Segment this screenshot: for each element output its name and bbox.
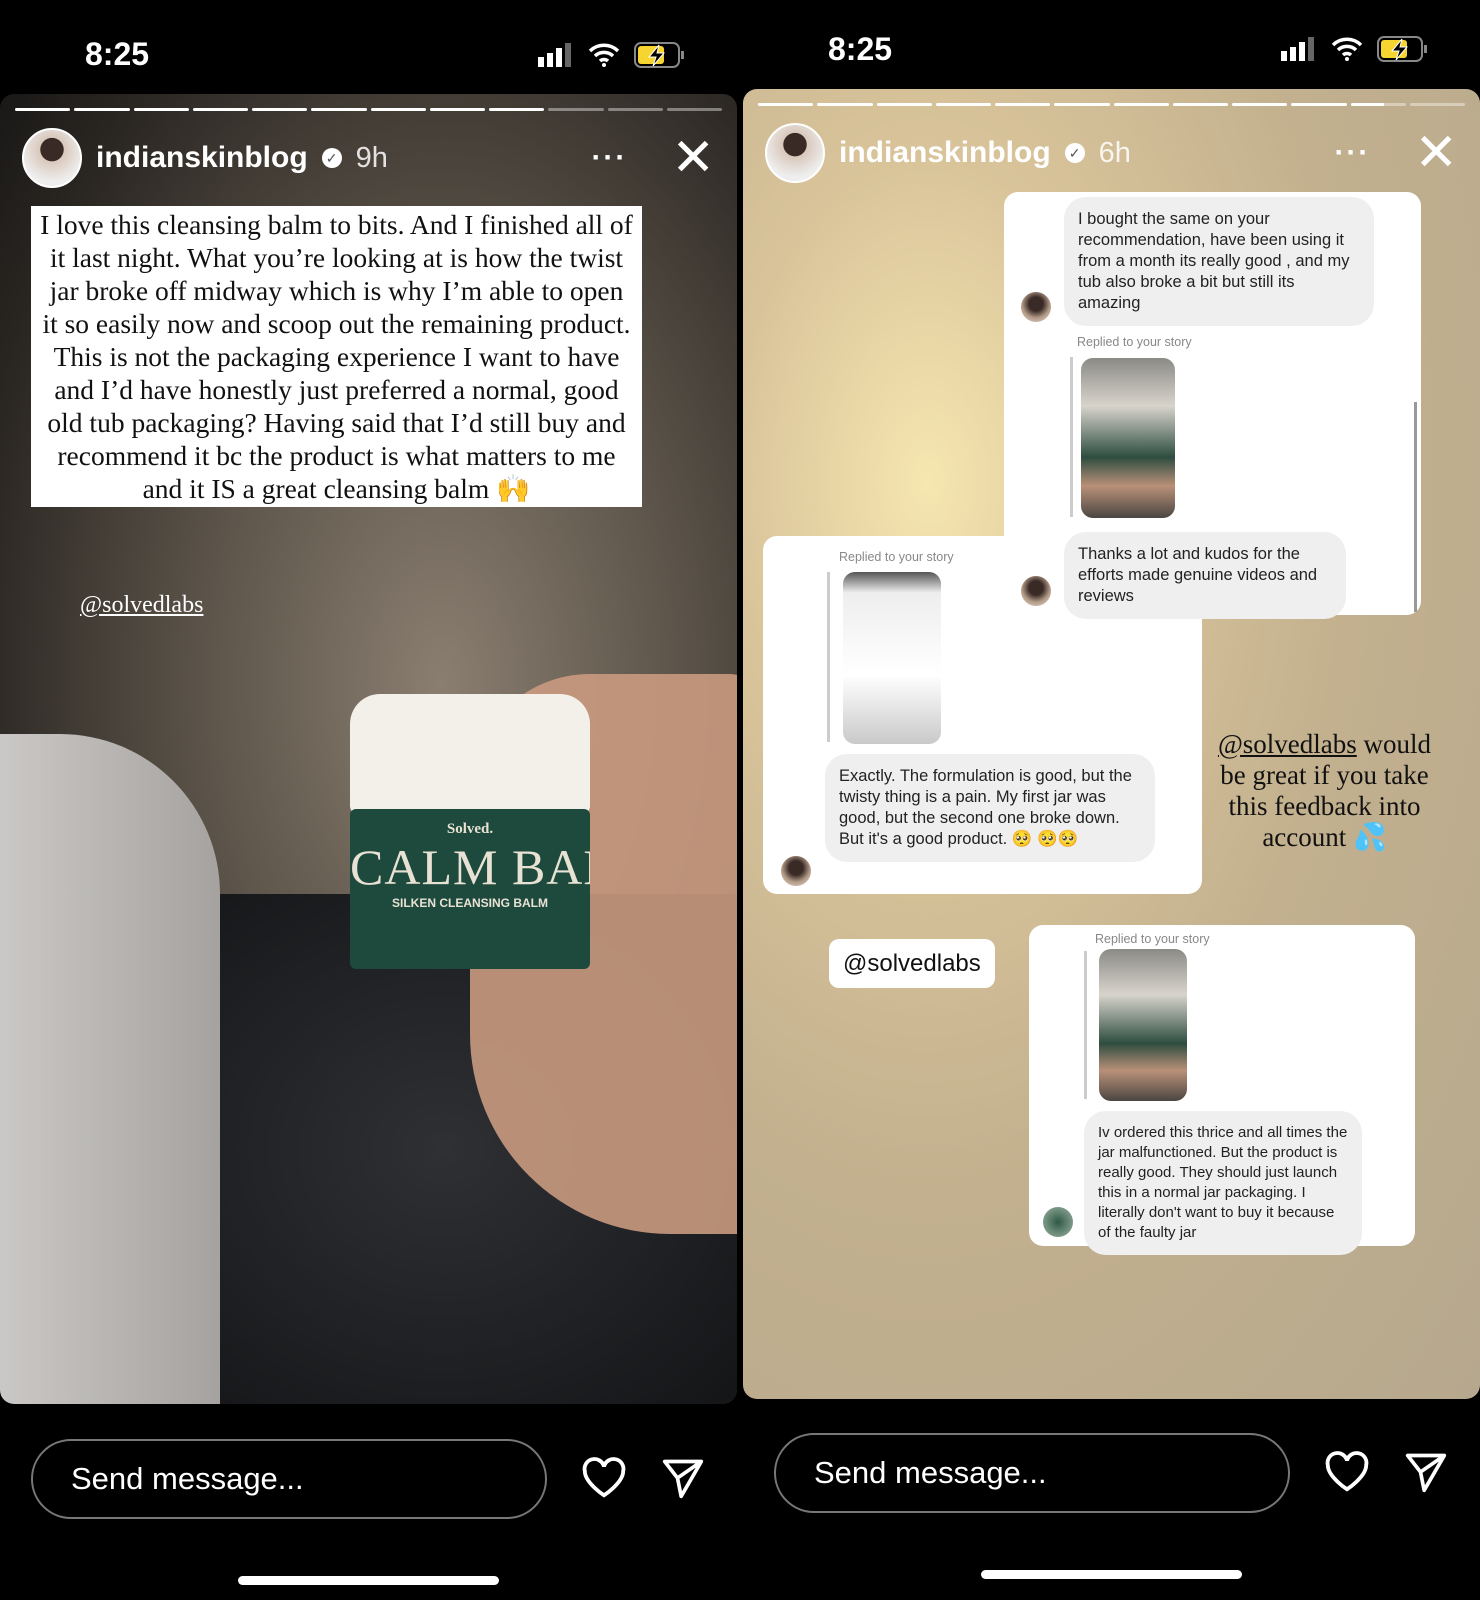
dm-screenshot-card: Replied to your story Iv ordered this th… [1029, 925, 1415, 1255]
replied-label: Replied to your story [1095, 932, 1210, 946]
avatar[interactable] [765, 123, 825, 183]
more-options-icon[interactable]: ··· [1334, 136, 1370, 170]
status-time: 8:25 [828, 31, 893, 67]
story-progress [758, 103, 1465, 106]
progress-segment [995, 103, 1051, 106]
progress-segment [1409, 103, 1465, 106]
verified-badge-icon: ✓ [1064, 143, 1085, 163]
message-bubble: Exactly. The formulation is good, but th… [825, 754, 1155, 862]
mention-link[interactable]: @solvedlabs [80, 592, 203, 619]
product-name: CALM BALM [350, 839, 590, 895]
story-panel-left[interactable]: Solved. CALM BALM SILKEN CLEANSING BALM … [0, 94, 737, 1404]
verified-badge-icon: ✓ [321, 148, 342, 168]
home-indicator[interactable] [238, 1576, 499, 1585]
progress-segment [489, 108, 545, 111]
status-icons [1281, 36, 1429, 62]
story-thumbnail [1081, 358, 1175, 518]
wifi-icon [588, 43, 620, 67]
progress-segment [758, 103, 814, 106]
progress-segment [935, 103, 991, 106]
share-send-icon[interactable] [1404, 1450, 1448, 1494]
progress-segment [876, 103, 932, 106]
signal-icon [1281, 37, 1314, 61]
product-subtitle: SILKEN CLEANSING BALM [392, 896, 548, 910]
mention-sticker[interactable]: @solvedlabs [829, 939, 995, 988]
progress-segment [429, 108, 485, 111]
progress-segment [370, 108, 426, 111]
progress-segment [252, 108, 308, 111]
time-ago: 9h [355, 141, 388, 174]
message-bubble: Thanks a lot and kudos for the efforts m… [1064, 532, 1346, 619]
mention-link[interactable]: @solvedlabs [1218, 729, 1357, 759]
message-bubble: Iv ordered this thrice and all times the… [1084, 1111, 1362, 1255]
story-progress [15, 108, 722, 111]
username[interactable]: indianskinblog [96, 141, 308, 175]
progress-segment [1291, 103, 1347, 106]
dm-screenshot-card: I bought the same on your recommendation… [1004, 192, 1421, 619]
time-ago: 6h [1098, 136, 1131, 169]
sender-avatar [1043, 1207, 1073, 1237]
more-options-icon[interactable]: ··· [591, 141, 627, 175]
story-panel-right[interactable]: indianskinblog ✓ 6h ··· ✕ Replied to you… [743, 89, 1480, 1399]
product-jar: Solved. CALM BALM SILKEN CLEANSING BALM [350, 694, 590, 984]
home-indicator[interactable] [981, 1570, 1242, 1579]
story-caption: @solvedlabs would be great if you take t… [1210, 729, 1439, 853]
progress-segment [607, 108, 663, 111]
story-thumbnail [843, 572, 941, 744]
send-message-placeholder: Send message... [814, 1455, 1047, 1490]
progress-segment [1350, 103, 1406, 106]
status-icons [538, 42, 686, 68]
send-message-placeholder: Send message... [71, 1461, 304, 1496]
replied-label: Replied to your story [839, 550, 954, 564]
progress-segment [74, 108, 130, 111]
story-header: indianskinblog ✓ 6h ··· ✕ [765, 123, 1458, 183]
close-icon[interactable]: ✕ [1414, 127, 1458, 179]
heart-icon[interactable] [581, 1456, 627, 1500]
progress-segment [192, 108, 248, 111]
replied-label: Replied to your story [1077, 335, 1192, 349]
close-icon[interactable]: ✕ [671, 132, 715, 184]
heart-icon[interactable] [1324, 1450, 1370, 1494]
avatar[interactable] [22, 128, 82, 188]
progress-segment [1054, 103, 1110, 106]
progress-segment [1232, 103, 1288, 106]
username[interactable]: indianskinblog [839, 136, 1051, 170]
status-time: 8:25 [85, 36, 150, 72]
progress-segment [133, 108, 189, 111]
sink-image [0, 734, 220, 1404]
sender-avatar [1021, 576, 1051, 606]
send-message-input[interactable]: Send message... [31, 1439, 547, 1519]
progress-segment [1172, 103, 1228, 106]
battery-charging-icon [634, 42, 684, 68]
story-caption: I love this cleansing balm to bits. And … [31, 206, 642, 507]
mention-sticker-text: @solvedlabs [843, 949, 981, 977]
signal-icon [538, 43, 571, 67]
share-send-icon[interactable] [661, 1456, 705, 1500]
sender-avatar [781, 856, 811, 886]
wifi-icon [1331, 37, 1363, 61]
product-brand: Solved. [446, 821, 494, 837]
progress-segment [15, 108, 71, 111]
send-message-input[interactable]: Send message... [774, 1433, 1290, 1513]
story-header: indianskinblog ✓ 9h ··· ✕ [22, 128, 715, 188]
progress-segment [817, 103, 873, 106]
progress-segment [666, 108, 722, 111]
story-thumbnail [1099, 949, 1187, 1101]
progress-segment [1113, 103, 1169, 106]
battery-charging-icon [1377, 36, 1427, 62]
progress-segment [311, 108, 367, 111]
message-bubble: I bought the same on your recommendation… [1064, 197, 1374, 326]
sender-avatar [1021, 292, 1051, 322]
progress-segment [548, 108, 604, 111]
